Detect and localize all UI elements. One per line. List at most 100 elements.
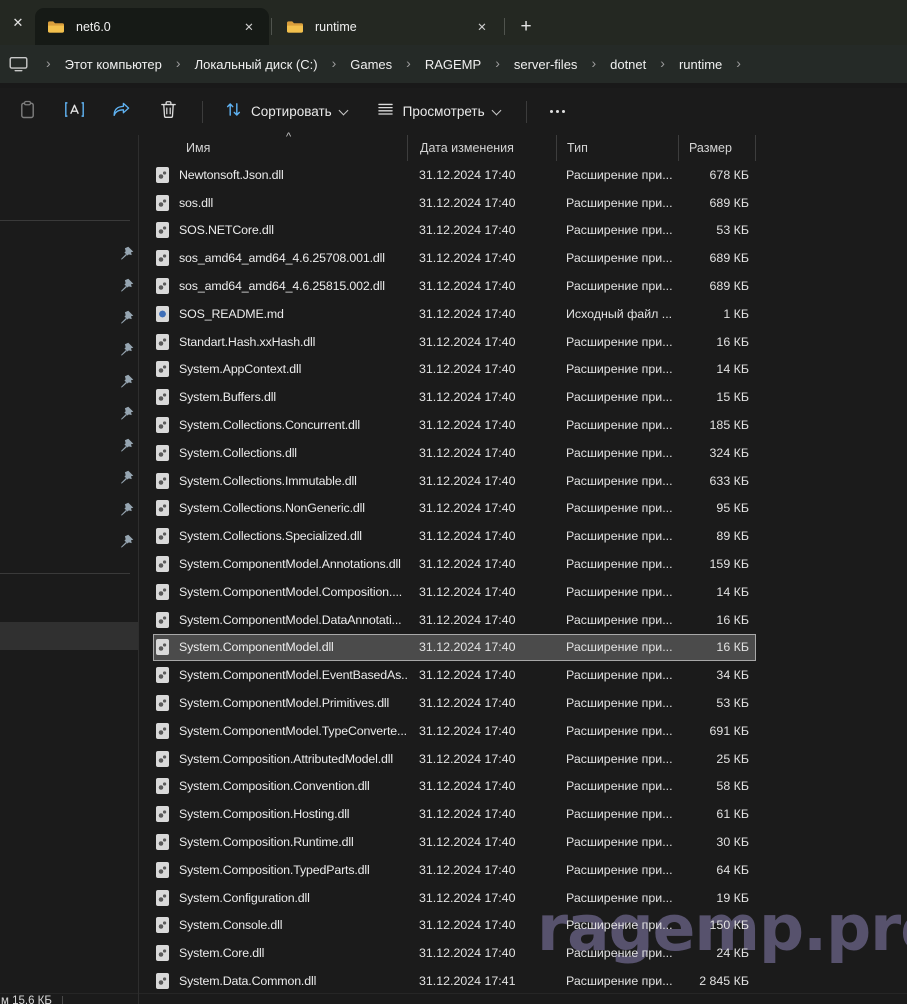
pin-icon[interactable] xyxy=(120,246,134,260)
more-options-button[interactable] xyxy=(539,95,577,129)
file-size: 689 КБ xyxy=(678,279,756,293)
file-row[interactable]: System.Core.dll 31.12.2024 17:40 Расшире… xyxy=(153,939,756,967)
file-type: Расширение при... xyxy=(556,474,678,488)
md-file-icon xyxy=(156,306,169,322)
file-row[interactable]: System.ComponentModel.DataAnnotati... 31… xyxy=(153,606,756,634)
column-header-date-modified[interactable]: Дата изменения xyxy=(407,135,556,161)
file-row[interactable]: System.Composition.TypedParts.dll 31.12.… xyxy=(153,856,756,884)
breadcrumb-item[interactable]: server-files xyxy=(508,54,584,75)
file-row[interactable]: System.AppContext.dll 31.12.2024 17:40 Р… xyxy=(153,356,756,384)
file-row[interactable]: System.Collections.Concurrent.dll 31.12.… xyxy=(153,411,756,439)
file-row[interactable]: System.ComponentModel.Primitives.dll 31.… xyxy=(153,689,756,717)
file-size: 689 КБ xyxy=(678,196,756,210)
dll-file-icon xyxy=(156,612,169,628)
tab-net6.0[interactable]: net6.0 ✕ xyxy=(35,8,269,45)
file-type: Расширение при... xyxy=(556,251,678,265)
pin-icon[interactable] xyxy=(120,534,134,548)
pin-icon[interactable] xyxy=(120,278,134,292)
file-size: 14 КБ xyxy=(678,585,756,599)
file-type: Исходный файл ... xyxy=(556,307,678,321)
pin-icon[interactable] xyxy=(120,438,134,452)
file-row[interactable]: System.ComponentModel.TypeConverte... 31… xyxy=(153,717,756,745)
view-button[interactable]: Просмотреть xyxy=(367,95,510,129)
file-row[interactable]: System.Buffers.dll 31.12.2024 17:40 Расш… xyxy=(153,383,756,411)
breadcrumb-item[interactable]: RAGEMP xyxy=(419,54,487,75)
dll-file-icon xyxy=(156,278,169,294)
close-icon[interactable]: ✕ xyxy=(472,17,492,37)
file-row[interactable]: Newtonsoft.Json.dll 31.12.2024 17:40 Рас… xyxy=(153,161,756,189)
dll-file-icon xyxy=(156,778,169,794)
file-row[interactable]: System.ComponentModel.Composition.... 31… xyxy=(153,578,756,606)
file-name: System.ComponentModel.EventBasedAs... xyxy=(179,668,407,682)
file-name: System.Collections.NonGeneric.dll xyxy=(179,501,365,515)
tab-runtime[interactable]: runtime ✕ xyxy=(274,8,502,45)
dll-file-icon xyxy=(156,945,169,961)
sidebar-divider xyxy=(0,220,130,221)
delete-button[interactable] xyxy=(149,95,187,129)
column-header-type[interactable]: Тип xyxy=(556,135,678,161)
file-name-cell: SOS_README.md xyxy=(153,306,407,322)
file-row[interactable]: System.Data.Common.dll 31.12.2024 17:41 … xyxy=(153,967,756,995)
pin-icon[interactable] xyxy=(120,502,134,516)
file-type: Расширение при... xyxy=(556,668,678,682)
file-row[interactable]: System.Composition.Hosting.dll 31.12.202… xyxy=(153,800,756,828)
paste-icon xyxy=(18,100,37,124)
new-tab-button[interactable]: + xyxy=(511,12,541,42)
chevron-right-icon: › xyxy=(38,55,59,71)
file-row[interactable]: sos.dll 31.12.2024 17:40 Расширение при.… xyxy=(153,189,756,217)
file-row[interactable]: SOS.NETCore.dll 31.12.2024 17:40 Расшире… xyxy=(153,217,756,245)
column-header-name[interactable]: Имя xyxy=(153,141,407,155)
column-header-size[interactable]: Размер xyxy=(678,135,756,161)
file-name: Newtonsoft.Json.dll xyxy=(179,168,284,182)
file-row[interactable]: sos_amd64_amd64_4.6.25815.002.dll 31.12.… xyxy=(153,272,756,300)
breadcrumb-item[interactable]: Этот компьютер xyxy=(59,54,168,75)
file-name: System.Collections.dll xyxy=(179,446,297,460)
pin-icon[interactable] xyxy=(120,342,134,356)
paste-button[interactable] xyxy=(8,95,46,129)
file-size: 678 КБ xyxy=(678,168,756,182)
file-row[interactable]: System.Collections.Immutable.dll 31.12.2… xyxy=(153,467,756,495)
file-row[interactable]: Standart.Hash.xxHash.dll 31.12.2024 17:4… xyxy=(153,328,756,356)
breadcrumb-item[interactable]: Локальный диск (C:) xyxy=(189,54,324,75)
file-row[interactable]: System.Composition.AttributedModel.dll 3… xyxy=(153,745,756,773)
breadcrumb-item[interactable]: runtime xyxy=(673,54,728,75)
file-row[interactable]: System.Collections.NonGeneric.dll 31.12.… xyxy=(153,495,756,523)
rename-button[interactable] xyxy=(55,95,93,129)
chevron-down-icon xyxy=(338,105,348,115)
file-row[interactable]: System.ComponentModel.Annotations.dll 31… xyxy=(153,550,756,578)
file-row[interactable]: System.Composition.Convention.dll 31.12.… xyxy=(153,773,756,801)
close-icon[interactable]: ✕ xyxy=(239,17,259,37)
file-row[interactable]: System.Collections.Specialized.dll 31.12… xyxy=(153,522,756,550)
file-size: 61 КБ xyxy=(678,807,756,821)
file-row[interactable]: SOS_README.md 31.12.2024 17:40 Исходный … xyxy=(153,300,756,328)
file-row[interactable]: sos_amd64_amd64_4.6.25708.001.dll 31.12.… xyxy=(153,244,756,272)
toolbar-separator xyxy=(202,101,203,123)
breadcrumb-item[interactable]: dotnet xyxy=(604,54,652,75)
file-name: SOS.NETCore.dll xyxy=(179,223,274,237)
file-name: System.Core.dll xyxy=(179,946,264,960)
file-name-cell: System.Collections.Concurrent.dll xyxy=(153,417,407,433)
file-row[interactable]: System.ComponentModel.EventBasedAs... 31… xyxy=(153,661,756,689)
file-type: Расширение при... xyxy=(556,446,678,460)
pin-icon[interactable] xyxy=(120,406,134,420)
file-name-cell: System.Composition.Hosting.dll xyxy=(153,806,407,822)
pin-icon[interactable] xyxy=(120,310,134,324)
sort-button[interactable]: Сортировать xyxy=(215,95,357,129)
file-row[interactable]: System.Console.dll 31.12.2024 17:40 Расш… xyxy=(153,912,756,940)
file-date-modified: 31.12.2024 17:40 xyxy=(407,279,556,293)
file-name-cell: System.Composition.Runtime.dll xyxy=(153,834,407,850)
file-row[interactable]: System.Configuration.dll 31.12.2024 17:4… xyxy=(153,884,756,912)
file-row[interactable]: System.Collections.dll 31.12.2024 17:40 … xyxy=(153,439,756,467)
file-row[interactable]: System.Composition.Runtime.dll 31.12.202… xyxy=(153,828,756,856)
file-row[interactable]: System.ComponentModel.dll 31.12.2024 17:… xyxy=(153,634,756,662)
file-name: System.Configuration.dll xyxy=(179,891,310,905)
sidebar-selected-item[interactable] xyxy=(0,622,138,650)
file-date-modified: 31.12.2024 17:40 xyxy=(407,307,556,321)
file-name-cell: System.Buffers.dll xyxy=(153,389,407,405)
breadcrumb-item[interactable]: Games xyxy=(344,54,398,75)
pin-icon[interactable] xyxy=(120,374,134,388)
share-button[interactable] xyxy=(102,95,140,129)
close-icon[interactable]: ✕ xyxy=(6,11,30,35)
pin-icon[interactable] xyxy=(120,470,134,484)
dll-file-icon xyxy=(156,417,169,433)
